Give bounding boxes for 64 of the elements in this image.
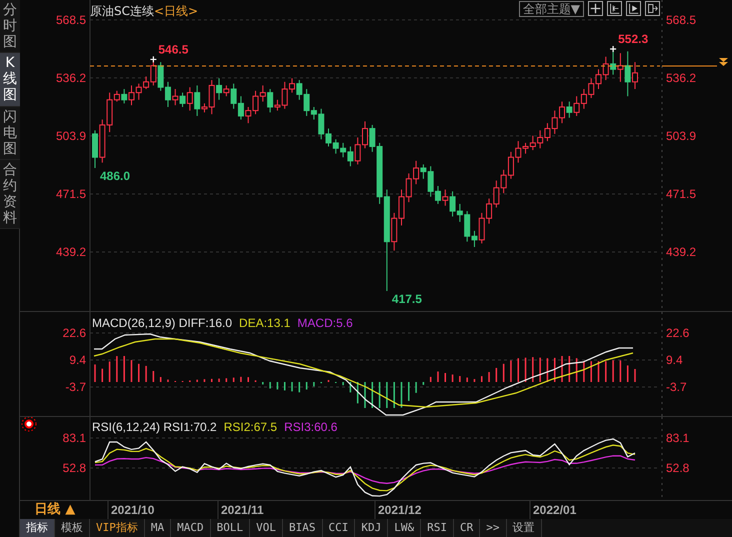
high-price-label: 546.5 (158, 42, 188, 56)
date-axis-label: 2021/12 (378, 503, 422, 517)
indicator-legend: DEA:13.1 (239, 316, 290, 330)
crosshair-icon (610, 45, 617, 53)
macd-axis-label: -3.7 (666, 380, 687, 394)
candlestick (267, 88, 274, 113)
candlestick (172, 88, 178, 106)
candlestick (121, 88, 128, 104)
sidebar-tab[interactable]: 合约资料 (0, 160, 20, 230)
sidebar-tab[interactable]: K线图 (0, 53, 20, 107)
candlestick (223, 84, 230, 97)
indicator-tab[interactable]: 指标 (20, 519, 55, 537)
candlestick (566, 101, 572, 118)
indicator-legend: RSI3:60.6 (284, 420, 338, 434)
theme-dropdown[interactable]: 全部主题▼ (518, 1, 584, 17)
indicator-legend: RSI(6,12,24) RSI1:70.2 (92, 420, 217, 434)
price-axis-label: 503.9 (666, 128, 696, 143)
low-price-label: 417.5 (392, 292, 422, 306)
macd-axis-label: 9.4 (69, 353, 86, 367)
price-axis-label: 503.9 (56, 128, 86, 143)
chart-title: 原油SC连续 (90, 4, 154, 18)
candlestick (186, 86, 193, 112)
candlestick (216, 78, 222, 100)
candlestick (632, 62, 638, 90)
macd-axis-label: -3.7 (65, 380, 86, 394)
price-marker-icon (719, 58, 728, 66)
price-axis-label: 471.5 (56, 187, 86, 202)
date-axis-label: 2022/01 (533, 503, 576, 517)
alert-dot-icon[interactable] (22, 417, 36, 432)
chart-shift-left-icon[interactable] (607, 1, 622, 16)
rsi-axis-label: 52.8 (666, 461, 690, 475)
price-axis-label: 536.2 (666, 70, 696, 85)
macd-axis-label: 9.4 (666, 353, 683, 367)
chart-play-icon[interactable] (626, 1, 641, 16)
high-price-label: 552.3 (618, 32, 648, 46)
sidebar-tab[interactable]: 分时图 (0, 0, 20, 54)
date-axis-label: 2021/11 (221, 503, 264, 517)
date-axis-label: 2021/10 (111, 503, 154, 517)
rsi-axis-label: 83.1 (666, 431, 690, 445)
candlestick (624, 50, 631, 97)
candlestick (194, 84, 200, 116)
low-price-label: 486.0 (100, 169, 130, 184)
crosshair-icon[interactable] (588, 1, 603, 16)
price-axis-label: 439.2 (56, 245, 86, 260)
rsi-axis-label: 83.1 (62, 431, 86, 445)
indicator-legend: MACD(26,12,9) DIFF:16.0 (92, 316, 232, 330)
price-axis-label: 568.5 (666, 12, 696, 27)
indicator-legend: RSI2:67.5 (224, 420, 278, 434)
price-axis-label: 439.2 (666, 245, 696, 260)
price-axis-label: 536.2 (56, 70, 86, 85)
chart-right-arrow-icon[interactable] (645, 1, 660, 16)
macd-axis-label: 22.6 (62, 326, 86, 340)
candlestick (617, 52, 624, 82)
candlestick (92, 130, 98, 169)
price-axis-label: 471.5 (666, 187, 696, 202)
sidebar-tab[interactable]: 闪电图 (0, 106, 20, 160)
candlestick (180, 92, 186, 108)
indicator-legend: MACD:5.6 (297, 316, 353, 330)
crosshair-icon (150, 56, 157, 64)
rsi-axis-label: 52.8 (62, 461, 86, 475)
chart-period: <日线> (154, 4, 198, 18)
price-axis-label: 568.5 (56, 12, 86, 27)
candlestick (442, 189, 448, 206)
macd-axis-label: 22.6 (666, 326, 690, 340)
